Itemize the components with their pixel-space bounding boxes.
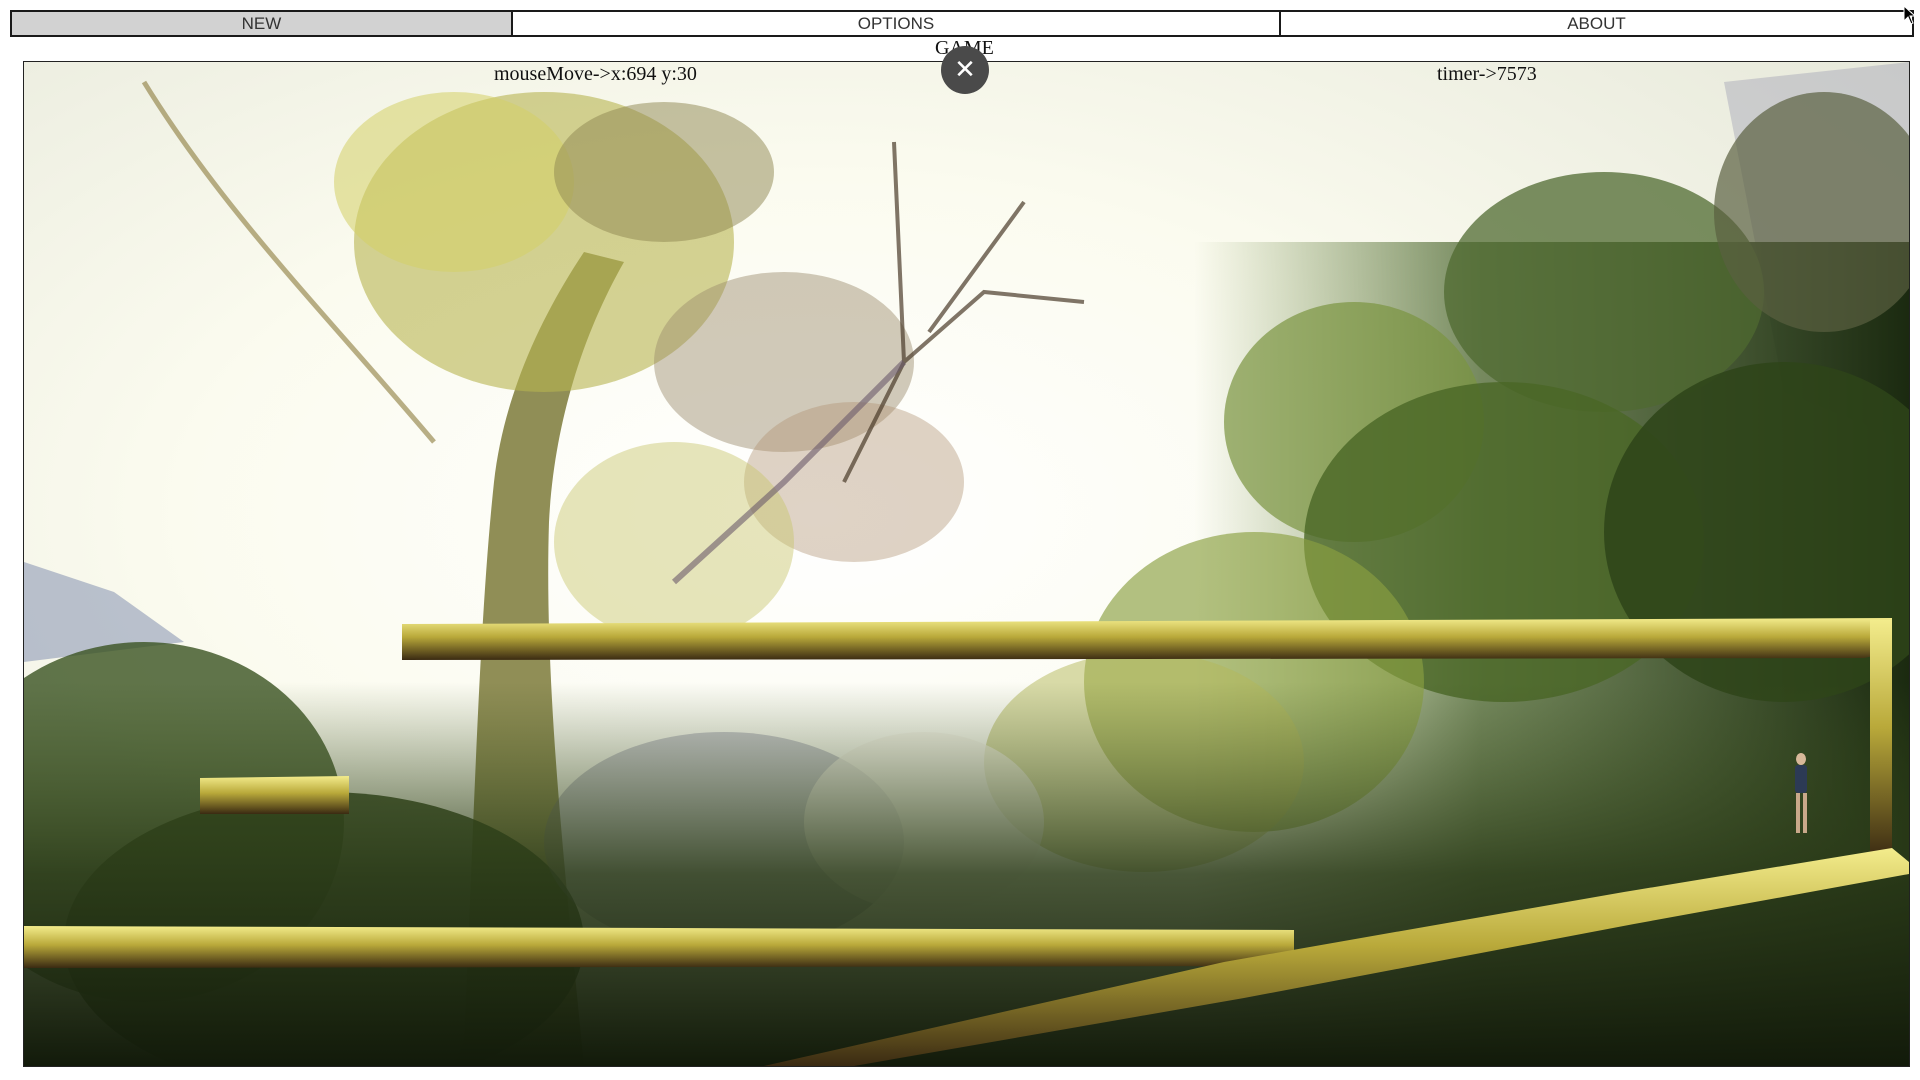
timer-readout: timer->7573 <box>1437 63 1537 85</box>
mouse-pointer-icon <box>1903 5 1917 25</box>
right-wall-platform <box>1870 620 1892 858</box>
close-icon: ✕ <box>954 55 976 85</box>
upper-platform <box>402 618 1892 660</box>
main-menu: NEW OPTIONS ABOUT <box>10 10 1914 37</box>
about-button[interactable]: ABOUT <box>1281 10 1914 37</box>
lower-platform <box>24 926 1294 968</box>
mouse-coordinates-readout: mouseMove->x:694 y:30 <box>494 63 697 85</box>
new-button[interactable]: NEW <box>10 10 513 37</box>
small-floating-platform <box>200 776 349 814</box>
jungle-background <box>24 62 1909 1066</box>
game-canvas[interactable]: mouseMove->x:694 y:30 timer->7573 <box>23 61 1910 1067</box>
options-button[interactable]: OPTIONS <box>513 10 1281 37</box>
close-button[interactable]: ✕ <box>941 46 989 94</box>
